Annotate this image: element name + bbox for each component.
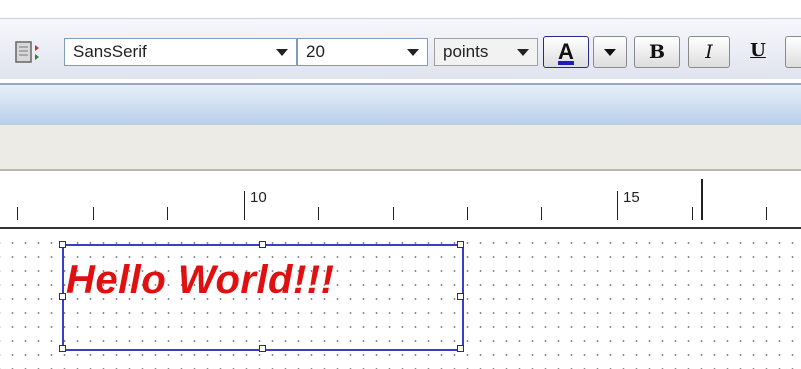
resize-handle-bottom[interactable] bbox=[259, 345, 266, 352]
window-top-strip bbox=[0, 0, 801, 18]
ruler-baseline bbox=[0, 227, 801, 229]
tool-strip bbox=[0, 125, 801, 171]
italic-button[interactable]: I bbox=[688, 36, 730, 68]
underline-label: U bbox=[750, 40, 766, 61]
bold-button[interactable]: B bbox=[634, 36, 680, 68]
ruler-tick bbox=[318, 207, 319, 220]
ruler-label-15: 15 bbox=[623, 189, 640, 206]
ruler-tick bbox=[617, 191, 618, 220]
resize-handle-bottom-right[interactable] bbox=[457, 345, 464, 352]
ruler-margin-marker[interactable] bbox=[701, 179, 703, 220]
resize-handle-bottom-left[interactable] bbox=[59, 345, 66, 352]
unit-value: points bbox=[443, 42, 489, 61]
horizontal-ruler: 10 15 bbox=[0, 171, 801, 229]
chevron-down-icon bbox=[604, 49, 616, 56]
ruler-tick bbox=[393, 207, 394, 220]
ruler-tick bbox=[541, 207, 542, 220]
ruler-label-10: 10 bbox=[250, 189, 267, 206]
ruler-tick bbox=[167, 207, 168, 220]
chevron-down-icon[interactable] bbox=[407, 49, 419, 56]
unit-select[interactable]: points bbox=[434, 38, 538, 66]
bold-label: B bbox=[648, 41, 666, 63]
ruler-tick bbox=[692, 207, 693, 220]
secondary-toolbar-band bbox=[0, 85, 801, 125]
underline-button[interactable]: U bbox=[740, 36, 776, 68]
text-box-content[interactable]: Hello World!!! bbox=[66, 258, 334, 303]
resize-handle-left[interactable] bbox=[59, 293, 66, 300]
resize-handle-top[interactable] bbox=[259, 241, 266, 248]
toolbar-grip-icon[interactable] bbox=[14, 39, 42, 67]
resize-handle-top-left[interactable] bbox=[59, 241, 66, 248]
chevron-down-icon[interactable] bbox=[276, 49, 288, 56]
ruler-tick bbox=[766, 207, 767, 220]
font-family-select[interactable]: SansSerif bbox=[64, 38, 297, 66]
ruler-tick bbox=[17, 207, 18, 220]
ruler-tick bbox=[244, 191, 245, 220]
font-color-dropdown-button[interactable] bbox=[593, 36, 627, 68]
resize-handle-right[interactable] bbox=[457, 293, 464, 300]
font-size-select[interactable]: 20 bbox=[297, 38, 428, 66]
font-color-button[interactable]: A bbox=[543, 36, 589, 68]
resize-handle-top-right[interactable] bbox=[457, 241, 464, 248]
font-size-value: 20 bbox=[306, 42, 325, 61]
toolbar-overflow-button[interactable] bbox=[785, 36, 801, 68]
italic-label: I bbox=[705, 41, 713, 63]
ruler-tick bbox=[93, 207, 94, 220]
font-family-value: SansSerif bbox=[73, 42, 147, 61]
chevron-down-icon[interactable] bbox=[517, 49, 529, 56]
font-color-icon: A bbox=[558, 39, 574, 64]
ruler-tick bbox=[467, 207, 468, 220]
